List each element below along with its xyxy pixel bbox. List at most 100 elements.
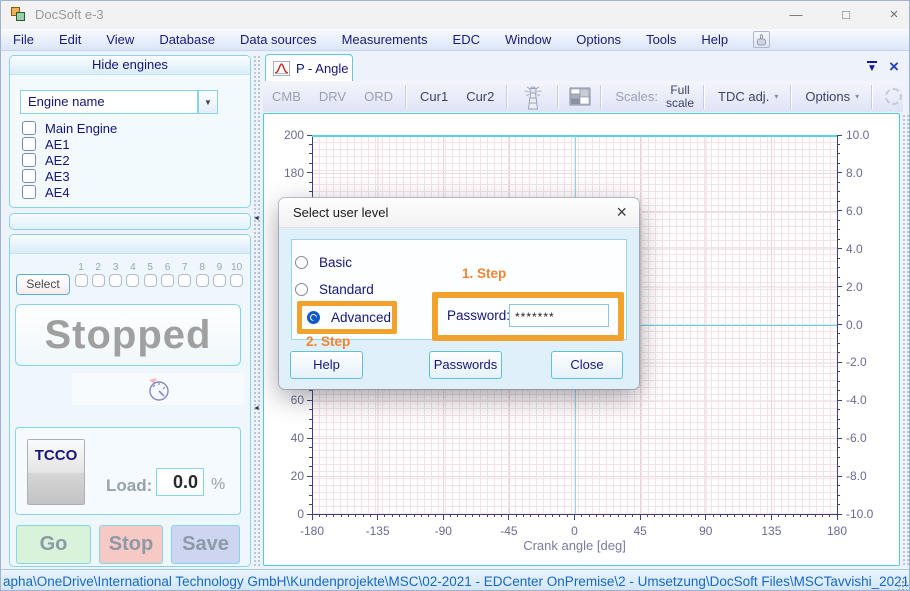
password-input[interactable] — [509, 304, 609, 327]
cylinder-checkbox[interactable] — [75, 274, 88, 287]
x-minor-tick — [793, 514, 794, 517]
left-tick-label: 60 — [272, 393, 304, 407]
right-tick — [837, 400, 842, 401]
cylinder-checkbox[interactable] — [178, 274, 191, 287]
menu-measurements[interactable]: Measurements — [342, 32, 428, 47]
engine-control-panel: Select 12345678910 Stopped TCCO Load: % … — [9, 234, 251, 567]
load-input[interactable] — [156, 468, 204, 496]
hand-pointer-icon[interactable] — [753, 31, 770, 48]
cylinder-checkbox[interactable] — [196, 274, 209, 287]
resize-grip[interactable] — [897, 580, 907, 590]
cylinder-cell: 7 — [177, 262, 193, 287]
engine-checkbox[interactable] — [22, 121, 36, 135]
radio-row-standard[interactable]: Standard — [295, 282, 374, 297]
x-minor-tick — [749, 514, 750, 517]
engine-checkbox[interactable] — [22, 169, 36, 183]
tdc-adj-dropdown[interactable]: TDC adj. ▾ — [709, 89, 787, 104]
cylinder-cell: 9 — [211, 262, 227, 287]
cylinder-cell: 1 — [73, 262, 89, 287]
radio-row-advanced[interactable]: Advanced — [307, 310, 391, 325]
chevron-down-icon[interactable]: ▼ — [198, 90, 218, 114]
close-dialog-button[interactable]: Close — [551, 351, 623, 379]
options-dropdown[interactable]: Options ▾ — [796, 89, 868, 104]
engine-checkbox[interactable] — [22, 153, 36, 167]
left-tick — [307, 400, 312, 401]
right-minor-tick — [837, 153, 840, 154]
cylinder-checkbox[interactable] — [230, 274, 243, 287]
engine-row: Main Engine — [22, 120, 117, 136]
collapse-left-icon[interactable]: ◄ — [253, 405, 260, 412]
x-tick — [640, 514, 641, 520]
menu-data-sources[interactable]: Data sources — [240, 32, 317, 47]
x-minor-tick — [384, 514, 385, 517]
title-bar: DocSoft e-3 — □ × — [1, 1, 909, 29]
x-minor-tick — [567, 514, 568, 517]
passwords-button[interactable]: Passwords — [429, 351, 502, 379]
menu-bar: File Edit View Database Data sources Mea… — [1, 29, 909, 51]
stop-button[interactable]: Stop — [99, 525, 163, 564]
maximize-button-icon[interactable]: □ — [831, 5, 861, 25]
tab-p-angle[interactable]: P - Angle — [265, 54, 353, 81]
left-splitter[interactable]: ◄ ◄ — [253, 55, 261, 567]
menu-options[interactable]: Options — [576, 32, 621, 47]
x-minor-tick — [421, 514, 422, 517]
x-minor-tick — [494, 514, 495, 517]
radio-row-basic[interactable]: Basic — [295, 255, 352, 270]
engine-checkbox[interactable] — [22, 137, 36, 151]
menu-window[interactable]: Window — [505, 32, 551, 47]
cur2-button[interactable]: Cur2 — [457, 89, 503, 104]
go-button[interactable]: Go — [16, 525, 91, 564]
right-minor-tick — [837, 229, 840, 230]
minimize-button-icon[interactable]: — — [781, 5, 811, 25]
menu-view[interactable]: View — [106, 32, 134, 47]
cylinder-checkbox[interactable] — [92, 274, 105, 287]
drv-button[interactable]: DRV — [310, 89, 355, 104]
collapsed-panel[interactable] — [9, 213, 251, 230]
x-minor-tick — [538, 514, 539, 517]
pin-collapse-icon[interactable]: ▼ — [867, 61, 877, 74]
engine-checkbox[interactable] — [22, 185, 36, 199]
cylinder-checkbox[interactable] — [109, 274, 122, 287]
engine-name-combobox[interactable]: Engine name — [20, 90, 198, 114]
select-button[interactable]: Select — [16, 274, 70, 295]
lighthouse-icon[interactable] — [518, 83, 548, 111]
help-button[interactable]: Help — [290, 351, 363, 379]
menu-edc[interactable]: EDC — [453, 32, 480, 47]
x-tick-label: 180 — [817, 524, 857, 538]
hide-engines-header[interactable]: Hide engines — [10, 56, 250, 75]
engine-label: AE4 — [45, 185, 70, 200]
menu-edit[interactable]: Edit — [59, 32, 81, 47]
cylinder-number: 9 — [211, 262, 227, 273]
menu-database[interactable]: Database — [159, 32, 215, 47]
engine-control-panel-header[interactable] — [10, 235, 250, 254]
dialog-close-icon[interactable]: × — [616, 202, 627, 223]
menu-tools[interactable]: Tools — [646, 32, 676, 47]
radio-basic[interactable] — [295, 256, 308, 269]
right-minor-tick — [837, 258, 840, 259]
grid-layout-icon[interactable] — [569, 87, 591, 106]
cur1-button[interactable]: Cur1 — [411, 89, 457, 104]
x-minor-tick — [698, 514, 699, 517]
radio-standard[interactable] — [295, 283, 308, 296]
cylinder-checkbox[interactable] — [126, 274, 139, 287]
x-minor-tick — [756, 514, 757, 517]
cmb-button[interactable]: CMB — [263, 89, 310, 104]
radio-advanced[interactable] — [307, 311, 320, 324]
full-scale-button[interactable]: Full scale — [660, 84, 700, 110]
cylinder-checkbox[interactable] — [144, 274, 157, 287]
x-tick — [705, 514, 706, 520]
menu-file[interactable]: File — [13, 32, 34, 47]
x-tick — [837, 514, 838, 520]
x-tick — [771, 514, 772, 520]
chart-close-icon[interactable]: × — [889, 57, 899, 77]
save-button[interactable]: Save — [171, 525, 240, 564]
cylinder-checkbox[interactable] — [213, 274, 226, 287]
cylinder-cell: 10 — [229, 262, 245, 287]
close-button-icon[interactable]: × — [879, 5, 909, 25]
tcco-button[interactable]: TCCO — [27, 439, 85, 505]
x-minor-tick — [662, 514, 663, 517]
cylinder-checkbox[interactable] — [161, 274, 174, 287]
collapse-left-icon[interactable]: ◄ — [253, 215, 260, 222]
menu-help[interactable]: Help — [701, 32, 728, 47]
ord-button[interactable]: ORD — [355, 89, 402, 104]
